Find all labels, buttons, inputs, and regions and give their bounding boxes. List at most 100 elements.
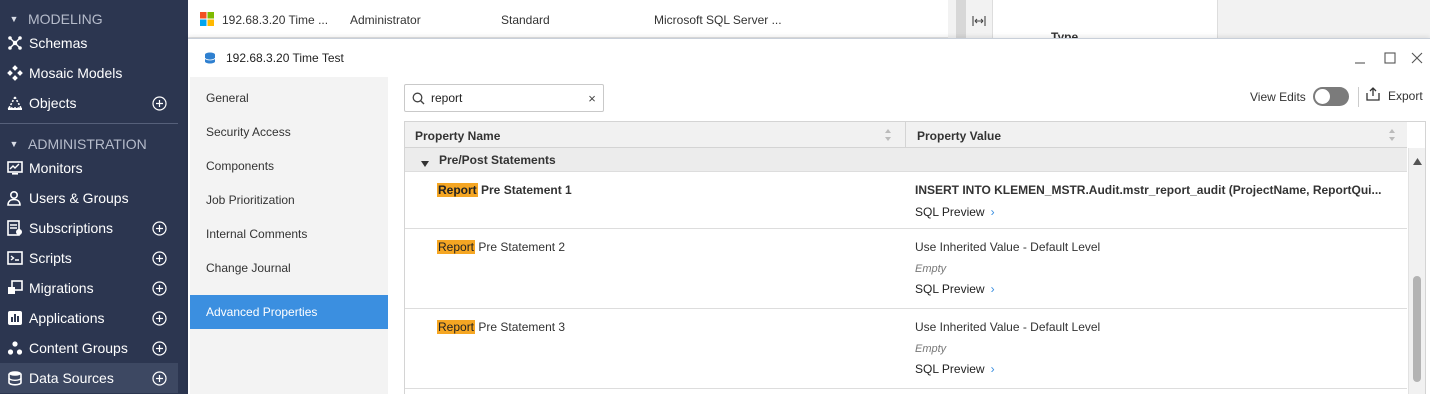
database-icon xyxy=(0,370,29,386)
nav-item-applications[interactable]: Applications xyxy=(0,303,178,333)
datasource-list-row[interactable]: 192.68.3.20 Time ... Administrator Stand… xyxy=(188,0,948,38)
add-circle-icon[interactable] xyxy=(148,280,170,296)
sql-preview-link[interactable]: SQL Preview › xyxy=(915,205,995,219)
search-highlight: Report xyxy=(437,240,476,254)
scripts-icon xyxy=(0,250,29,266)
nav-item-mosaic-models[interactable]: Mosaic Models xyxy=(0,58,178,88)
row-name: 192.68.3.20 Time ... xyxy=(222,13,329,27)
nav-item-users-groups[interactable]: Users & Groups xyxy=(0,183,178,213)
clear-search-icon[interactable]: × xyxy=(581,91,603,106)
scrollbar-thumb[interactable] xyxy=(1413,276,1421,382)
sort-icon[interactable] xyxy=(884,128,892,142)
tab-change-journal[interactable]: Change Journal xyxy=(190,251,388,285)
add-circle-icon[interactable] xyxy=(148,370,170,386)
tab-job-prioritization[interactable]: Job Prioritization xyxy=(190,183,388,217)
nav-item-data-sources[interactable]: Data Sources xyxy=(0,363,178,393)
tab-internal-comments[interactable]: Internal Comments xyxy=(190,217,388,251)
grid-header: Property Name Property Value xyxy=(405,122,1407,148)
tab-general[interactable]: General xyxy=(190,81,388,115)
col-header-property-name[interactable]: Property Name xyxy=(415,129,500,143)
dialog-title: 192.68.3.20 Time Test xyxy=(226,51,344,65)
chevron-right-icon: › xyxy=(990,282,995,296)
empty-label: Empty xyxy=(915,263,947,275)
property-name-rest: Pre Statement 3 xyxy=(475,320,566,334)
nav-item-content-groups[interactable]: Content Groups xyxy=(0,333,178,363)
add-circle-icon[interactable] xyxy=(148,340,170,356)
resize-horizontal-icon[interactable] xyxy=(972,14,986,29)
close-icon[interactable] xyxy=(1409,50,1425,66)
export-icon xyxy=(1366,87,1380,104)
nav-item-label: Monitors xyxy=(29,160,83,176)
export-button[interactable]: Export xyxy=(1366,87,1423,104)
objects-icon xyxy=(0,95,29,111)
property-name: Report Pre Statement 2 xyxy=(437,240,565,254)
add-circle-icon[interactable] xyxy=(148,95,170,111)
toggle-knob xyxy=(1315,89,1330,104)
modeling-section-label: MODELING xyxy=(28,11,103,27)
properties-dialog: 192.68.3.20 Time Test General Security A… xyxy=(188,38,1430,394)
scroll-up-icon[interactable] xyxy=(1413,153,1422,168)
toolbar-separator xyxy=(1358,87,1359,107)
left-nav: ▼ MODELING Schemas Mosaic Models Objects… xyxy=(0,0,188,394)
nav-item-label: Users & Groups xyxy=(29,190,129,206)
dialog-title-bar: 192.68.3.20 Time Test xyxy=(188,39,1430,77)
table-row[interactable]: Report Pre Statement 3 Use Inherited Val… xyxy=(405,310,1407,389)
nav-item-schemas[interactable]: Schemas xyxy=(0,28,178,58)
microsoft-logo-icon xyxy=(200,12,214,29)
search-highlight: Report xyxy=(437,183,478,197)
col-header-property-value[interactable]: Property Value xyxy=(917,129,1001,143)
nav-item-monitors[interactable]: Monitors xyxy=(0,153,178,183)
search-icon xyxy=(405,92,431,105)
caret-down-icon xyxy=(421,156,429,170)
properties-grid: Property Name Property Value Pre/Post St… xyxy=(404,121,1426,394)
nav-item-label: Content Groups xyxy=(29,340,128,356)
tab-advanced-properties[interactable]: Advanced Properties xyxy=(190,295,388,329)
column-separator[interactable] xyxy=(905,122,906,148)
add-circle-icon[interactable] xyxy=(148,220,170,236)
maximize-icon[interactable] xyxy=(1382,50,1398,66)
table-row[interactable]: Report Pre Statement 1 INSERT INTO KLEME… xyxy=(405,173,1407,229)
vertical-scrollbar[interactable] xyxy=(1408,148,1425,394)
view-edits-toggle[interactable] xyxy=(1313,87,1349,106)
nav-item-label: Applications xyxy=(29,310,105,326)
sql-preview-link[interactable]: SQL Preview › xyxy=(915,362,995,376)
minimize-icon[interactable] xyxy=(1352,50,1368,66)
caret-down-icon: ▼ xyxy=(9,14,19,24)
nav-item-label: Mosaic Models xyxy=(29,65,123,81)
nav-item-migrations[interactable]: Migrations xyxy=(0,273,178,303)
tab-components[interactable]: Components xyxy=(190,149,388,183)
dialog-sidebar: General Security Access Components Job P… xyxy=(190,77,388,394)
migrations-icon xyxy=(0,280,29,296)
users-icon xyxy=(0,190,29,206)
add-circle-icon[interactable] xyxy=(148,250,170,266)
caret-down-icon: ▼ xyxy=(9,139,19,149)
content-groups-icon xyxy=(0,340,29,356)
row-owner: Administrator xyxy=(350,13,421,27)
group-row-pre-post-statements[interactable]: Pre/Post Statements xyxy=(405,148,1407,172)
tab-security-access[interactable]: Security Access xyxy=(190,115,388,149)
group-label: Pre/Post Statements xyxy=(439,153,556,167)
sort-icon[interactable] xyxy=(1388,128,1396,142)
property-value: Use Inherited Value - Default Level xyxy=(915,240,1101,254)
search-input[interactable]: report × xyxy=(404,84,604,112)
view-edits-label: View Edits xyxy=(1250,90,1306,104)
property-name: Report Pre Statement 3 xyxy=(437,320,565,334)
nav-item-label: Data Sources xyxy=(29,370,114,386)
applications-icon xyxy=(0,310,29,326)
dialog-main: report × View Edits Export Property Name… xyxy=(388,77,1430,394)
chevron-right-icon: › xyxy=(990,205,995,219)
nav-item-scripts[interactable]: Scripts xyxy=(0,243,178,273)
nav-item-objects[interactable]: Objects xyxy=(0,88,178,118)
subscriptions-icon xyxy=(0,220,29,236)
background-right-pane: Type xyxy=(948,0,1430,44)
monitor-icon xyxy=(0,160,29,176)
nav-item-subscriptions[interactable]: Subscriptions xyxy=(0,213,178,243)
sql-preview-label: SQL Preview xyxy=(915,282,985,296)
sql-preview-label: SQL Preview xyxy=(915,205,985,219)
nav-item-label: Schemas xyxy=(29,35,88,51)
splitter-bar[interactable] xyxy=(956,0,966,38)
table-row[interactable]: Report Pre Statement 2 Use Inherited Val… xyxy=(405,230,1407,309)
nav-item-label: Subscriptions xyxy=(29,220,114,236)
sql-preview-link[interactable]: SQL Preview › xyxy=(915,282,995,296)
add-circle-icon[interactable] xyxy=(148,310,170,326)
